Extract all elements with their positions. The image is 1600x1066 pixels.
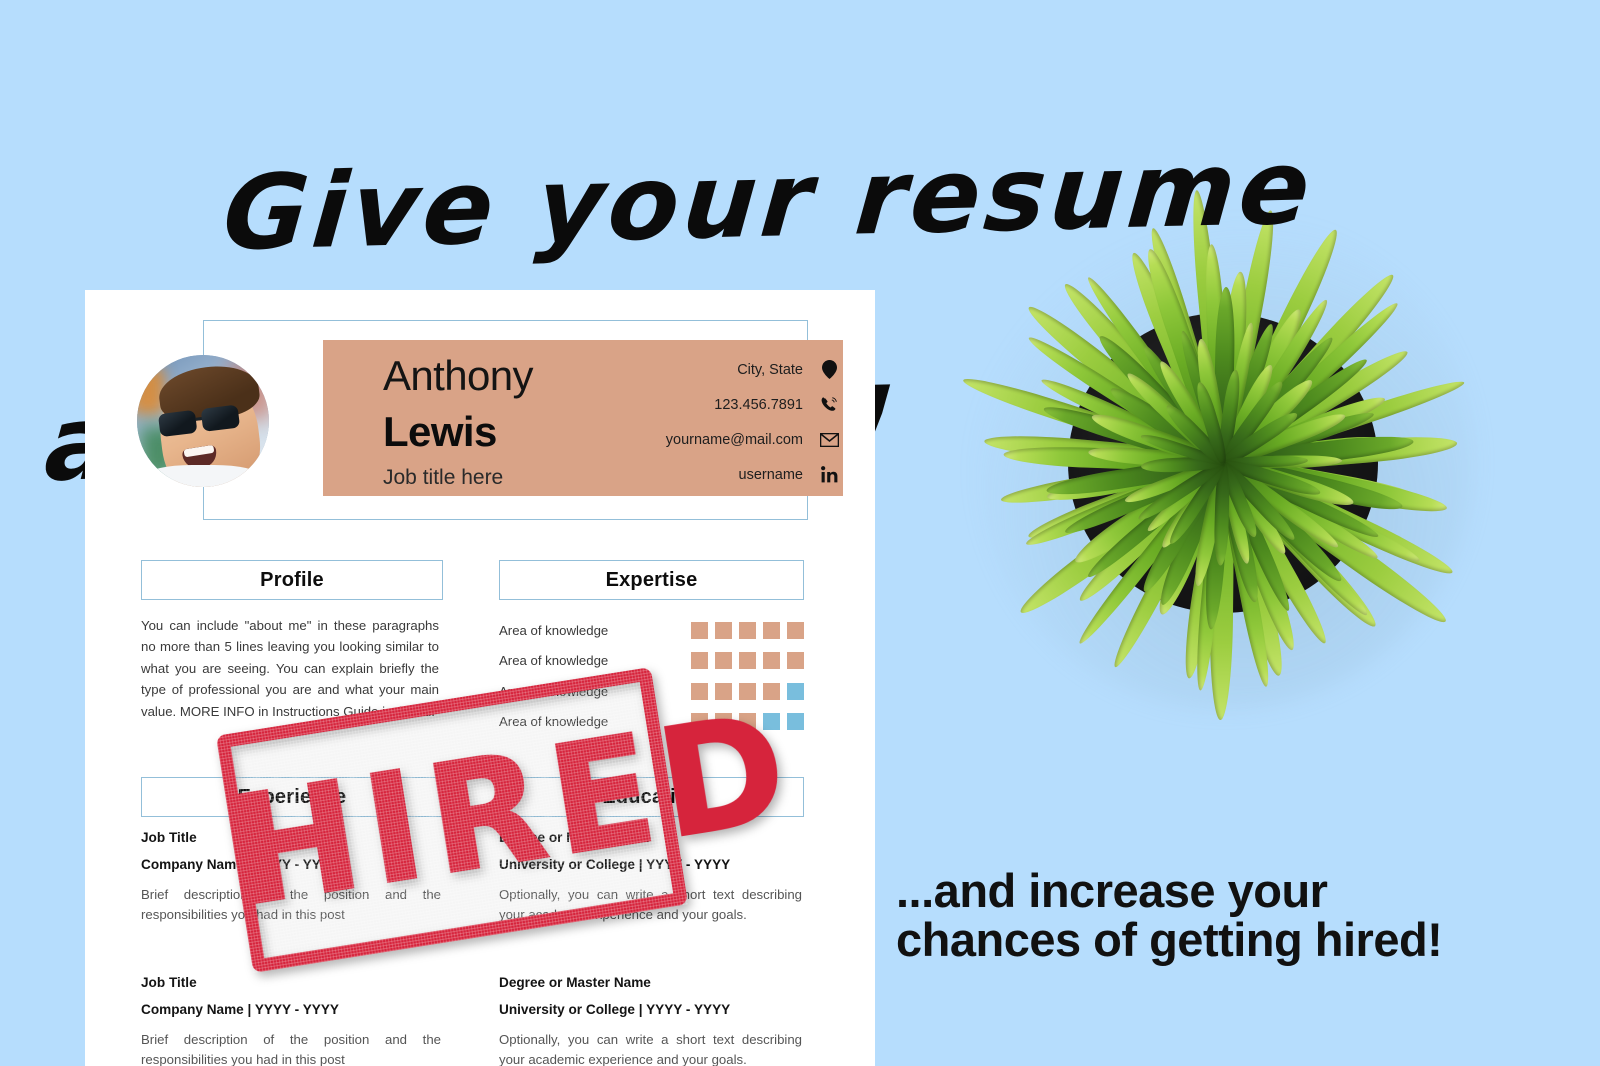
skill-square (715, 621, 732, 639)
promo-canvas: Give your resume a makeover!! ...and inc… (0, 0, 1600, 1066)
experience-entry-2: Job Title Company Name | YYYY - YYYY Bri… (141, 975, 441, 1066)
contact-row[interactable]: City, State (509, 352, 839, 387)
linkedin-icon (819, 465, 839, 485)
expertise-row: Area of knowledge (499, 646, 804, 677)
skill-square (763, 621, 780, 639)
skill-rating (691, 621, 804, 639)
skill-rating (691, 652, 804, 670)
experience-description: Brief description of the position and th… (141, 1032, 441, 1066)
expertise-label: Area of knowledge (499, 653, 609, 669)
tagline-line-2: chances of getting hired! (896, 913, 1443, 967)
profile-body-text: You can include "about me" in these para… (141, 618, 439, 719)
skill-square (787, 682, 804, 700)
skill-square (739, 621, 756, 639)
experience-meta: Company Name | YYYY - YYYY (141, 1002, 339, 1017)
section-heading-expertise: Expertise (499, 560, 804, 600)
contact-value: 123.456.7891 (714, 396, 803, 413)
contact-row[interactable]: username (509, 457, 839, 492)
skill-square (763, 652, 780, 670)
education-title: Degree or Master Name (499, 975, 651, 990)
expertise-label: Area of knowledge (499, 622, 609, 638)
expertise-row: Area of knowledge (499, 615, 804, 646)
resume-page: Anthony Lewis Job title here City, State… (85, 290, 875, 1066)
phone-icon (819, 395, 839, 415)
skill-square (691, 621, 708, 639)
location-pin-icon (819, 360, 839, 380)
education-meta: University or College | YYYY - YYYY (499, 1002, 731, 1017)
avatar (137, 355, 269, 487)
profile-heading-label: Profile (260, 568, 324, 591)
tagline-line-1: ...and increase your (896, 864, 1328, 917)
contact-list: City, State 123.456.7891 yourname@mail.com… (509, 352, 839, 492)
contact-row[interactable]: yourname@mail.com (509, 422, 839, 457)
envelope-icon (819, 430, 839, 450)
promo-tagline: ...and increase your chances of getting … (896, 866, 1556, 965)
candidate-job-title: Job title here (383, 466, 504, 489)
education-description: Optionally, you can write a short text d… (499, 1032, 802, 1066)
skill-square (739, 652, 756, 670)
skill-square (691, 652, 708, 670)
education-entry-2: Degree or Master Name University or Coll… (499, 975, 802, 1066)
contact-value: yourname@mail.com (665, 431, 803, 448)
contact-value: username (738, 466, 803, 483)
skill-square (715, 652, 732, 670)
section-heading-profile: Profile (141, 560, 443, 600)
skill-square (787, 713, 804, 731)
candidate-last-name: Lewis (383, 408, 497, 455)
skill-square (787, 621, 804, 639)
contact-value: City, State (737, 361, 803, 378)
skill-square (787, 652, 804, 670)
contact-row[interactable]: 123.456.7891 (509, 387, 839, 422)
experience-title: Job Title (141, 975, 197, 990)
expertise-heading-label: Expertise (605, 568, 698, 591)
